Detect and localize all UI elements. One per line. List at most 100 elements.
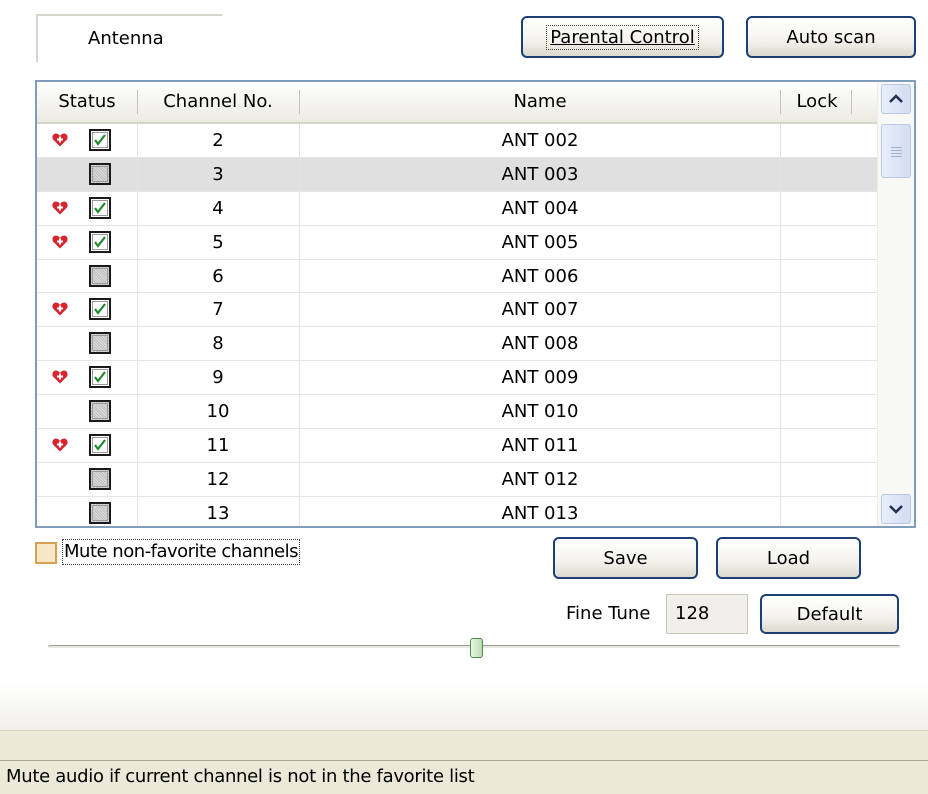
lock-cell[interactable] xyxy=(781,293,851,326)
checkbox-disabled-icon[interactable] xyxy=(89,264,111,287)
checkbox-checked-icon[interactable] xyxy=(89,298,111,321)
column-header-lock[interactable]: Lock xyxy=(781,82,853,122)
auto-scan-button[interactable]: Auto scan xyxy=(746,16,916,58)
scroll-down-button[interactable] xyxy=(881,494,911,524)
channel-row[interactable]: 5 ANT 005 xyxy=(37,225,880,260)
save-label: Save xyxy=(603,547,648,569)
channel-row[interactable]: 9 ANT 009 xyxy=(37,361,880,396)
lock-cell[interactable] xyxy=(781,497,851,526)
checkbox-disabled-icon[interactable] xyxy=(89,332,111,355)
channel-name-cell: ANT 010 xyxy=(501,401,579,423)
channel-number-cell: 9 xyxy=(212,367,224,389)
channel-row[interactable]: 11 ANT 011 xyxy=(37,429,880,463)
checkbox-checked-icon[interactable] xyxy=(89,434,111,457)
channel-number-cell: 12 xyxy=(206,468,230,490)
heart-plus-icon xyxy=(52,370,68,384)
lock-cell[interactable] xyxy=(781,260,851,293)
channel-row[interactable]: 3 ANT 003 xyxy=(37,157,880,192)
auto-scan-label: Auto scan xyxy=(786,26,876,48)
channel-name-cell: ANT 002 xyxy=(501,130,579,151)
chevron-up-icon xyxy=(889,94,903,103)
column-divider[interactable] xyxy=(851,90,852,114)
channel-row[interactable]: 7 ANT 007 xyxy=(37,293,880,328)
scroll-grip-line xyxy=(891,153,902,154)
channel-number-cell: 5 xyxy=(212,231,224,253)
channel-name-cell: ANT 004 xyxy=(501,197,579,219)
status-bar: Mute audio if current channel is not in … xyxy=(0,760,928,794)
lock-cell[interactable] xyxy=(781,463,851,496)
parental-control-button[interactable]: Parental Control xyxy=(521,16,724,58)
column-header-status[interactable]: Status xyxy=(37,82,137,122)
scroll-thumb[interactable] xyxy=(881,124,911,178)
lock-cell[interactable] xyxy=(781,226,851,259)
channel-manager-panel: Antenna Parental Control Auto scan Statu… xyxy=(0,0,928,730)
channel-name-cell: ANT 008 xyxy=(501,333,579,355)
channel-name-cell: ANT 007 xyxy=(501,299,579,321)
channel-row[interactable]: 10 ANT 010 xyxy=(37,395,880,430)
scroll-grip-line xyxy=(891,150,902,151)
checkbox-checked-icon[interactable] xyxy=(89,230,111,253)
fine-tune-slider-thumb[interactable] xyxy=(470,638,483,658)
checkbox-checked-icon[interactable] xyxy=(89,129,111,151)
mute-non-favorite-checkbox[interactable] xyxy=(35,542,57,564)
lock-cell[interactable] xyxy=(781,361,851,394)
source-tab-antenna[interactable]: Antenna xyxy=(36,14,222,62)
channel-number-cell: 8 xyxy=(212,333,224,355)
status-bar-text: Mute audio if current channel is not in … xyxy=(6,766,475,787)
channel-row[interactable]: 6 ANT 006 xyxy=(37,259,880,294)
channel-name-cell: ANT 003 xyxy=(501,163,579,185)
channel-name-cell: ANT 013 xyxy=(501,502,579,524)
default-button[interactable]: Default xyxy=(760,594,899,634)
load-button[interactable]: Load xyxy=(716,537,861,579)
checkbox-disabled-icon[interactable] xyxy=(89,162,111,185)
lock-cell[interactable] xyxy=(781,124,851,157)
channel-number-cell: 6 xyxy=(212,265,224,287)
lock-cell[interactable] xyxy=(781,429,851,462)
channel-rows: 2 ANT 002 3 ANT 003 4 ANT 004 5 ANT 005 6 ANT 006… xyxy=(37,124,880,526)
channel-number-cell: 2 xyxy=(212,130,224,151)
checkbox-checked-icon[interactable] xyxy=(89,366,111,389)
channel-row[interactable]: 13 ANT 013 xyxy=(37,496,880,526)
column-header-name[interactable]: Name xyxy=(300,82,780,122)
channel-name-cell: ANT 012 xyxy=(501,468,579,490)
channel-row[interactable]: 4 ANT 004 xyxy=(37,191,880,226)
mute-non-favorite-label[interactable]: Mute non-favorite channels xyxy=(61,539,301,565)
column-header-channel-no[interactable]: Channel No. xyxy=(138,82,298,122)
checkbox-disabled-icon[interactable] xyxy=(89,501,111,524)
channel-number-cell: 11 xyxy=(206,435,230,457)
load-label: Load xyxy=(766,547,811,569)
heart-plus-icon xyxy=(52,201,68,215)
channel-number-cell: 7 xyxy=(212,299,224,321)
channel-number-cell: 3 xyxy=(212,163,224,185)
heart-plus-icon xyxy=(52,235,68,249)
heart-plus-icon xyxy=(52,302,68,316)
lock-cell[interactable] xyxy=(781,158,851,191)
lock-cell[interactable] xyxy=(781,192,851,225)
scroll-up-button[interactable] xyxy=(881,84,911,114)
lock-cell[interactable] xyxy=(781,395,851,428)
vertical-scrollbar[interactable] xyxy=(877,82,914,526)
checkbox-disabled-icon[interactable] xyxy=(89,400,111,423)
panel-fade xyxy=(0,680,928,730)
channel-row[interactable]: 2 ANT 002 xyxy=(37,124,880,158)
scroll-grip-line xyxy=(891,156,902,157)
heart-plus-icon xyxy=(52,438,68,452)
fine-tune-value-field: 128 xyxy=(666,594,748,634)
channel-name-cell: ANT 006 xyxy=(501,265,579,287)
checkbox-disabled-icon[interactable] xyxy=(89,467,111,490)
channel-row[interactable]: 8 ANT 008 xyxy=(37,327,880,362)
channel-list[interactable]: Status Channel No. Name Lock 2 ANT 002 3 AN… xyxy=(35,80,916,528)
lock-cell[interactable] xyxy=(781,327,851,360)
scroll-grip-line xyxy=(891,147,902,148)
default-label: Default xyxy=(796,603,863,625)
channel-name-cell: ANT 011 xyxy=(501,435,579,457)
channel-name-cell: ANT 009 xyxy=(501,367,579,389)
channel-number-cell: 10 xyxy=(206,401,230,423)
checkbox-checked-icon[interactable] xyxy=(89,196,111,219)
save-button[interactable]: Save xyxy=(553,537,698,579)
channel-list-header: Status Channel No. Name Lock xyxy=(37,82,880,124)
status-bar-upper xyxy=(0,730,928,760)
channel-name-cell: ANT 005 xyxy=(501,231,579,253)
channel-row[interactable]: 12 ANT 012 xyxy=(37,462,880,497)
fine-tune-label: Fine Tune xyxy=(566,603,651,624)
